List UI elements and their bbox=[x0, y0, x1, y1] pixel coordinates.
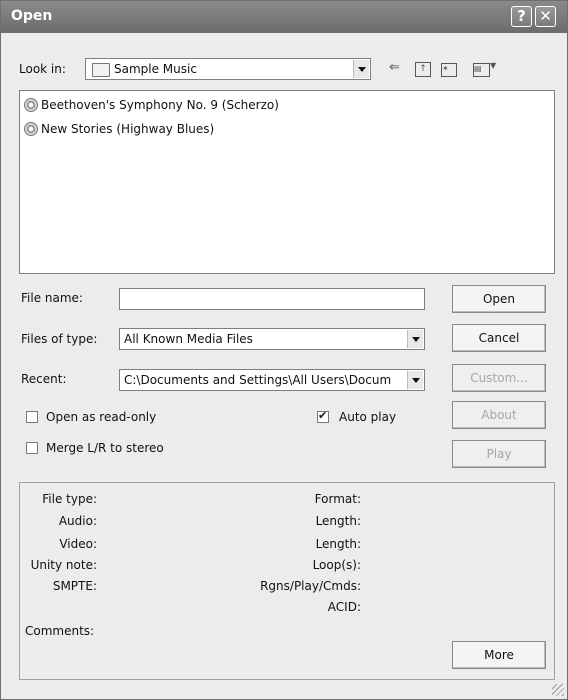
video-length-label: Length: bbox=[315, 537, 361, 551]
list-item[interactable]: New Stories (Highway Blues) bbox=[24, 120, 214, 138]
autoplay-label: Auto play bbox=[339, 410, 397, 424]
filename-input[interactable] bbox=[119, 288, 425, 310]
recent-label: Recent: bbox=[21, 372, 67, 386]
acid-label: ACID: bbox=[327, 600, 361, 614]
play-button[interactable]: Play bbox=[452, 440, 546, 468]
format-label: Format: bbox=[314, 492, 361, 506]
title-bar: Open ? ✕ bbox=[1, 1, 567, 33]
recent-dropdown[interactable]: C:\Documents and Settings\All Users\Docu… bbox=[119, 369, 425, 391]
video-label: Video: bbox=[59, 537, 97, 551]
view-menu-icon[interactable]: ▤ bbox=[473, 63, 490, 77]
resize-grip-icon[interactable] bbox=[552, 684, 564, 696]
smpte-label: SMPTE: bbox=[52, 579, 97, 593]
filetype-value: All Known Media Files bbox=[124, 332, 253, 346]
new-folder-icon[interactable]: ✶ bbox=[441, 63, 457, 77]
file-list[interactable]: Beethoven's Symphony No. 9 (Scherzo) New… bbox=[19, 90, 555, 274]
merge-label: Merge L/R to stereo bbox=[46, 441, 164, 455]
view-menu-arrow-icon[interactable]: ▼ bbox=[490, 61, 496, 77]
autoplay-checkbox[interactable] bbox=[317, 409, 329, 423]
cancel-button[interactable]: Cancel bbox=[452, 324, 546, 352]
cd-audio-icon bbox=[24, 98, 38, 112]
open-button[interactable]: Open bbox=[452, 285, 546, 313]
file-type-label: File type: bbox=[42, 492, 97, 506]
readonly-checkbox[interactable] bbox=[26, 411, 38, 423]
custom-button[interactable]: Custom... bbox=[452, 364, 546, 392]
help-button[interactable]: ? bbox=[511, 6, 532, 27]
open-dialog: Open ? ✕ Look in: Sample Music ⇐ ↑ ✶ ▤ ▼… bbox=[0, 0, 568, 700]
length-label: Length: bbox=[315, 514, 361, 528]
merge-checkbox[interactable] bbox=[26, 442, 38, 454]
filetype-label: Files of type: bbox=[21, 332, 98, 346]
lookin-dropdown[interactable]: Sample Music bbox=[85, 58, 371, 80]
file-name-text: New Stories (Highway Blues) bbox=[41, 122, 215, 136]
list-item[interactable]: Beethoven's Symphony No. 9 (Scherzo) bbox=[24, 96, 279, 114]
lookin-value: Sample Music bbox=[114, 62, 197, 76]
filetype-dropdown[interactable]: All Known Media Files bbox=[119, 328, 425, 350]
recent-value: C:\Documents and Settings\All Users\Docu… bbox=[124, 373, 392, 387]
audio-label: Audio: bbox=[58, 514, 97, 528]
up-folder-icon[interactable]: ↑ bbox=[415, 62, 431, 77]
unity-note-label: Unity note: bbox=[30, 558, 97, 572]
cd-audio-icon bbox=[24, 122, 38, 136]
file-name-text: Beethoven's Symphony No. 9 (Scherzo) bbox=[41, 98, 279, 112]
back-arrow-icon[interactable]: ⇐ bbox=[389, 60, 400, 76]
comments-label: Comments: bbox=[25, 624, 95, 638]
loops-label: Loop(s): bbox=[312, 558, 361, 572]
about-button[interactable]: About bbox=[452, 401, 546, 429]
lookin-label: Look in: bbox=[19, 62, 66, 76]
rgns-label: Rgns/Play/Cmds: bbox=[260, 579, 361, 593]
filetype-dropdown-arrow[interactable] bbox=[407, 330, 423, 348]
more-button[interactable]: More bbox=[452, 641, 546, 669]
readonly-label: Open as read-only bbox=[46, 410, 157, 424]
filename-label: File name: bbox=[21, 291, 83, 305]
folder-icon bbox=[92, 63, 110, 77]
lookin-dropdown-arrow[interactable] bbox=[353, 60, 369, 78]
recent-dropdown-arrow[interactable] bbox=[407, 371, 423, 389]
close-button[interactable]: ✕ bbox=[535, 6, 556, 27]
dialog-title: Open bbox=[11, 8, 53, 24]
